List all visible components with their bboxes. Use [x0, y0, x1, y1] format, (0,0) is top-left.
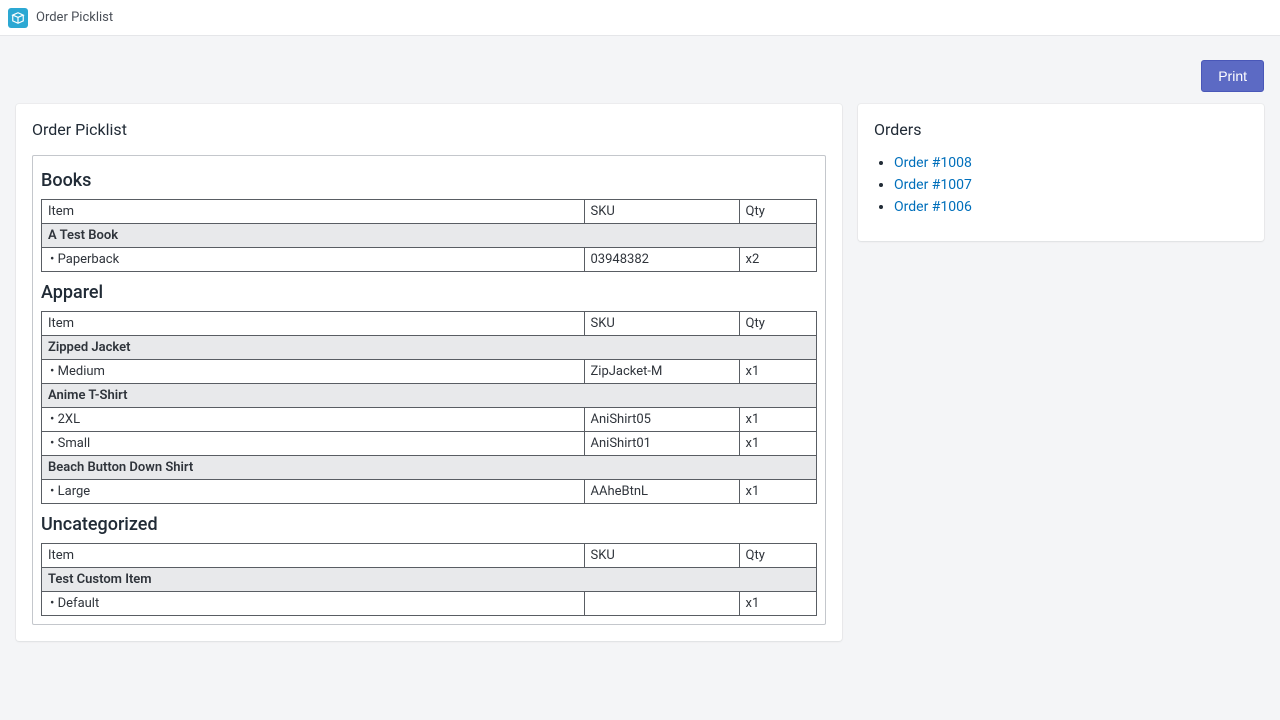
variant-name: Small — [42, 432, 585, 456]
column-header-item: Item — [42, 200, 585, 224]
group-row: A Test Book — [42, 224, 817, 248]
column-header-item: Item — [42, 312, 585, 336]
column-header-item: Item — [42, 544, 585, 568]
sku-cell: AniShirt01 — [584, 432, 739, 456]
picklist-section: Uncategorized ItemSKUQtyTest Custom ItemD… — [41, 514, 817, 616]
column-header-sku: SKU — [584, 312, 739, 336]
picklist-sections: BooksItemSKUQtyA Test BookPaperback03948… — [32, 155, 826, 625]
variant-name: Default — [42, 592, 585, 616]
group-name: Test Custom Item — [42, 568, 817, 592]
qty-cell: x1 — [739, 432, 817, 456]
group-name: A Test Book — [42, 224, 817, 248]
list-item: Order #1008 — [894, 155, 1248, 171]
table-row: 2XLAniShirt05x1 — [42, 408, 817, 432]
list-item: Order #1006 — [894, 199, 1248, 215]
group-row: Beach Button Down Shirt — [42, 456, 817, 480]
variant-name: Large — [42, 480, 585, 504]
section-title: Apparel — [41, 282, 817, 303]
sku-cell: 03948382 — [584, 248, 739, 272]
table-row: SmallAniShirt01x1 — [42, 432, 817, 456]
orders-title: Orders — [874, 120, 1248, 139]
qty-cell: x2 — [739, 248, 817, 272]
table-row: Default x1 — [42, 592, 817, 616]
qty-cell: x1 — [739, 592, 817, 616]
qty-cell: x1 — [739, 480, 817, 504]
app-icon — [8, 8, 28, 28]
table-row: Paperback03948382x2 — [42, 248, 817, 272]
qty-cell: x1 — [739, 360, 817, 384]
order-link[interactable]: Order #1008 — [894, 155, 972, 171]
group-row: Anime T-Shirt — [42, 384, 817, 408]
picklist-table: ItemSKUQtyZipped JacketMediumZipJacket-M… — [41, 311, 817, 504]
picklist-section: Books ItemSKUQtyA Test BookPaperback03948… — [41, 170, 817, 272]
group-row: Test Custom Item — [42, 568, 817, 592]
picklist-section: Apparel ItemSKUQtyZipped JacketMediumZipJ… — [41, 282, 817, 504]
qty-cell: x1 — [739, 408, 817, 432]
sku-cell: ZipJacket-M — [584, 360, 739, 384]
sku-cell — [584, 592, 739, 616]
order-link[interactable]: Order #1007 — [894, 177, 972, 193]
sku-cell: AniShirt05 — [584, 408, 739, 432]
group-name: Anime T-Shirt — [42, 384, 817, 408]
picklist-title: Order Picklist — [32, 120, 826, 139]
section-title: Books — [41, 170, 817, 191]
sku-cell: AAheBtnL — [584, 480, 739, 504]
variant-name: Paperback — [42, 248, 585, 272]
section-title: Uncategorized — [41, 514, 817, 535]
table-row: MediumZipJacket-Mx1 — [42, 360, 817, 384]
picklist-table: ItemSKUQtyTest Custom ItemDefault x1 — [41, 543, 817, 616]
app-title: Order Picklist — [36, 10, 113, 25]
picklist-card: Order Picklist BooksItemSKUQtyA Test Boo… — [16, 104, 842, 641]
group-name: Zipped Jacket — [42, 336, 817, 360]
column-header-qty: Qty — [739, 544, 817, 568]
picklist-table: ItemSKUQtyA Test BookPaperback03948382x2 — [41, 199, 817, 272]
print-button[interactable]: Print — [1201, 60, 1264, 92]
order-link[interactable]: Order #1006 — [894, 199, 972, 215]
column-header-qty: Qty — [739, 312, 817, 336]
variant-name: 2XL — [42, 408, 585, 432]
group-row: Zipped Jacket — [42, 336, 817, 360]
orders-card: Orders Order #1008 Order #1007 Order #1006 — [858, 104, 1264, 241]
table-row: LargeAAheBtnLx1 — [42, 480, 817, 504]
column-header-qty: Qty — [739, 200, 817, 224]
column-header-sku: SKU — [584, 200, 739, 224]
list-item: Order #1007 — [894, 177, 1248, 193]
column-header-sku: SKU — [584, 544, 739, 568]
orders-list: Order #1008 Order #1007 Order #1006 — [874, 155, 1248, 215]
top-bar: Order Picklist — [0, 0, 1280, 36]
variant-name: Medium — [42, 360, 585, 384]
group-name: Beach Button Down Shirt — [42, 456, 817, 480]
